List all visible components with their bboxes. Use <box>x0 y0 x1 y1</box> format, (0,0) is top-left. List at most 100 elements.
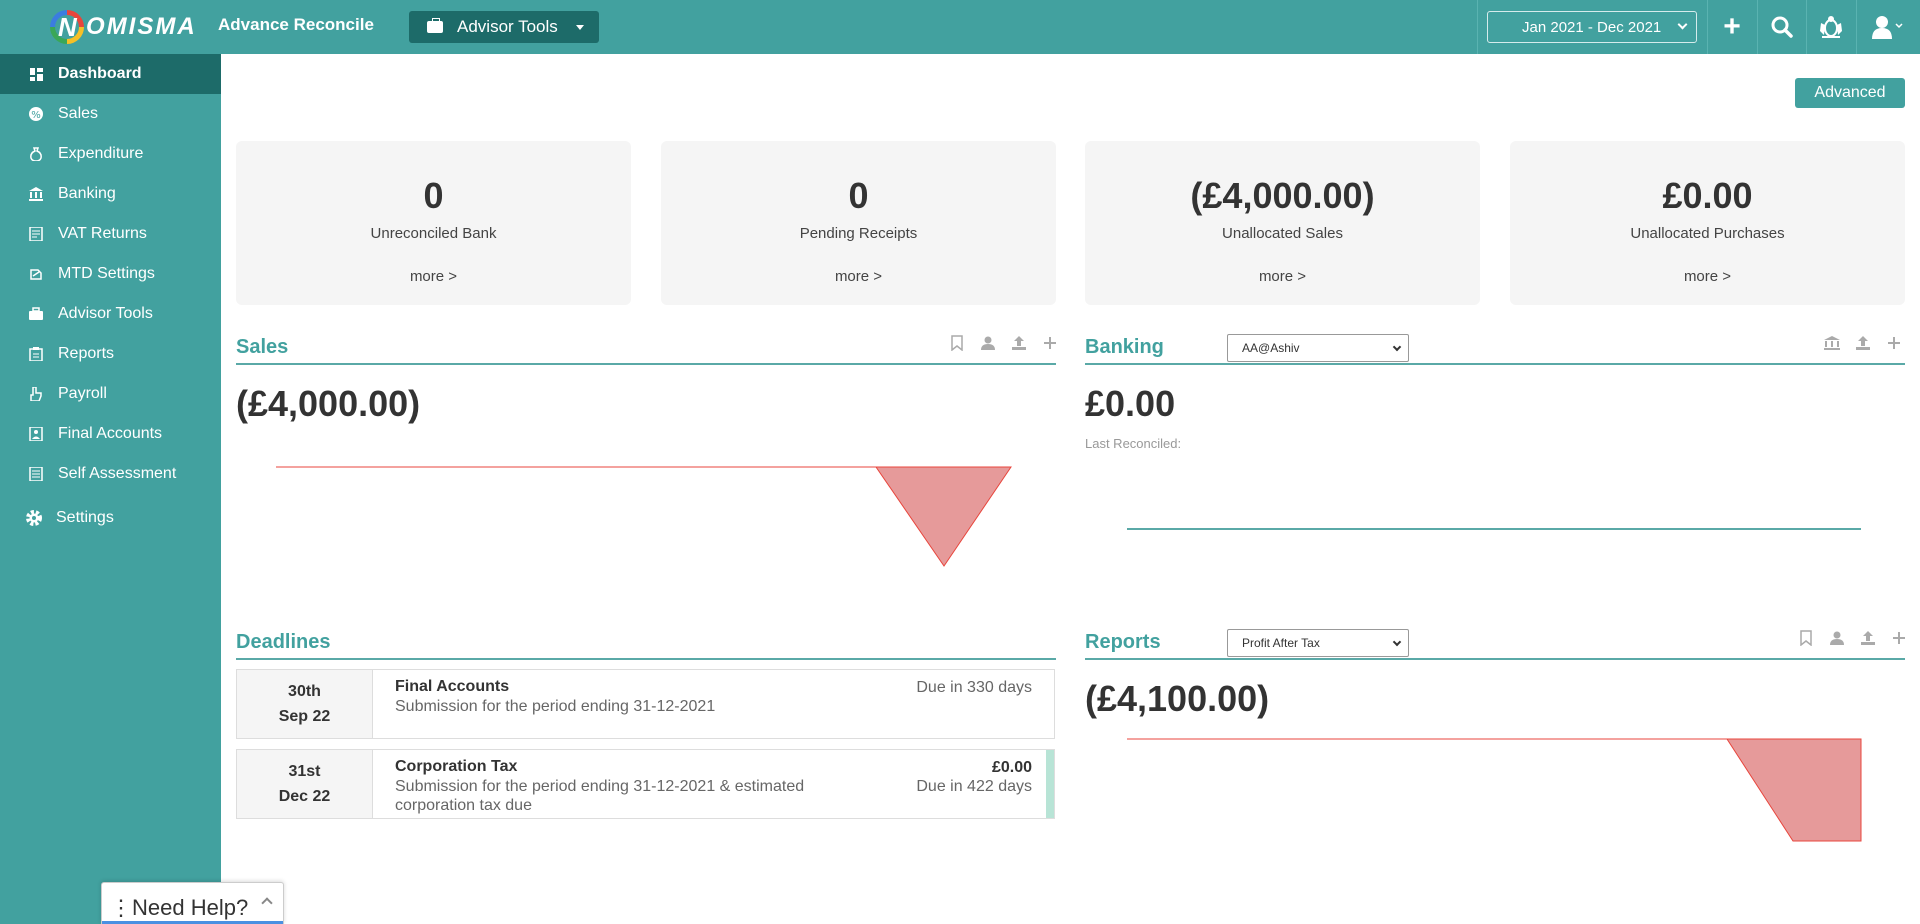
banking-section-title[interactable]: Banking <box>1085 336 1164 359</box>
date-range-select[interactable]: Jan 2021 - Dec 2021 <box>1487 11 1697 43</box>
sales-total: (£4,000.00) <box>236 383 421 424</box>
report-type-value: Profit After Tax <box>1242 636 1320 650</box>
summary-card-pending-receipts: 0 Pending Receipts more > <box>661 141 1056 305</box>
sidebar-item-banking[interactable]: Banking <box>0 174 221 214</box>
deadline-item-corporation-tax[interactable]: 31st Dec 22 Corporation Tax Submission f… <box>236 749 1055 819</box>
sidebar-item-label: Advisor Tools <box>58 305 153 322</box>
chevron-down-icon <box>1392 637 1402 647</box>
upload-icon[interactable] <box>1854 334 1872 352</box>
reports-chart <box>1127 738 1862 842</box>
sidebar-item-final-accounts[interactable]: Final Accounts <box>0 414 221 454</box>
sidebar-item-expenditure[interactable]: Expenditure <box>0 134 221 174</box>
deadline-title: Corporation Tax <box>395 758 518 775</box>
user-icon[interactable] <box>1828 629 1846 647</box>
user-icon[interactable] <box>979 334 997 352</box>
bank-icon[interactable] <box>1823 334 1841 352</box>
final-accounts-icon <box>29 427 43 441</box>
bookmark-icon[interactable] <box>948 334 966 352</box>
deadline-due: Due in 330 days <box>916 678 1032 697</box>
hmrc-button[interactable] <box>1807 0 1855 54</box>
chevron-down-icon <box>1392 342 1402 352</box>
sidebar-item-reports[interactable]: Reports <box>0 334 221 374</box>
self-assessment-icon <box>29 467 43 481</box>
need-help-label: ⋮Need Help? <box>110 895 249 920</box>
search-icon <box>1771 16 1793 38</box>
deadline-day: 31st <box>288 763 321 780</box>
reports-section-title[interactable]: Reports <box>1085 631 1161 654</box>
sidebar-item-dashboard[interactable]: Dashboard <box>0 54 221 94</box>
deadline-month: Sep 22 <box>278 708 331 725</box>
add-button[interactable]: + <box>1708 0 1756 54</box>
sidebar-item-mtd-settings[interactable]: MTD Settings <box>0 254 221 294</box>
banking-section-divider <box>1085 363 1905 365</box>
deadlines-section-title: Deadlines <box>236 631 331 653</box>
reports-actions <box>1797 629 1908 647</box>
upload-icon[interactable] <box>1859 629 1877 647</box>
payroll-icon <box>29 387 43 401</box>
deadline-status-bar <box>1046 750 1054 818</box>
banking-actions <box>1823 334 1903 352</box>
logo-text: OMISMA <box>86 13 197 40</box>
deadline-description: Submission for the period ending 31-12-2… <box>395 698 716 715</box>
more-link[interactable]: more > <box>410 268 457 285</box>
sidebar-item-label: Final Accounts <box>58 425 163 442</box>
summary-card-unreconciled-bank: 0 Unreconciled Bank more > <box>236 141 631 305</box>
sales-section-title[interactable]: Sales <box>236 336 288 359</box>
caret-down-icon <box>575 24 584 30</box>
vat-icon <box>29 227 43 241</box>
sales-actions <box>948 334 1059 352</box>
sidebar-item-settings[interactable]: Settings <box>0 498 221 538</box>
card-value: (£4,000.00) <box>1190 175 1375 216</box>
nomisma-logo[interactable]: N OMISMA <box>50 8 197 46</box>
card-value: £0.00 <box>1662 175 1753 216</box>
reports-section-divider <box>1085 658 1905 660</box>
need-help-widget[interactable]: ⋮Need Help? <box>101 882 284 924</box>
bank-account-select[interactable]: AA@Ashiv <box>1227 334 1409 362</box>
report-type-select[interactable]: Profit After Tax <box>1227 629 1409 657</box>
bookmark-icon[interactable] <box>1797 629 1815 647</box>
sidebar-item-label: Dashboard <box>58 65 142 82</box>
date-range-value: Jan 2021 - Dec 2021 <box>1522 18 1662 36</box>
plus-icon[interactable] <box>1041 334 1059 352</box>
deadline-month: Dec 22 <box>278 788 331 805</box>
summary-card-unallocated-purchases: £0.00 Unallocated Purchases more > <box>1510 141 1905 305</box>
card-label: Unallocated Sales <box>1222 225 1343 242</box>
sidebar-item-label: Self Assessment <box>58 465 177 482</box>
deadline-title: Final Accounts <box>395 678 510 695</box>
user-menu-button[interactable] <box>1860 0 1916 54</box>
sidebar-item-sales[interactable]: % Sales <box>0 94 221 134</box>
bank-icon <box>29 187 43 201</box>
more-link[interactable]: more > <box>835 268 882 285</box>
advisor-tools-button[interactable]: Advisor Tools <box>409 11 599 43</box>
deadline-item-final-accounts[interactable]: 30th Sep 22 Final Accounts Submission fo… <box>236 669 1055 739</box>
search-button[interactable] <box>1758 0 1806 54</box>
svg-text:%: % <box>31 110 41 121</box>
banking-balance: £0.00 <box>1085 383 1176 424</box>
sidebar-item-label: Banking <box>58 185 116 202</box>
deadline-date: 30th Sep 22 <box>237 670 373 738</box>
more-link[interactable]: more > <box>1684 268 1731 285</box>
crest-icon <box>1820 16 1842 38</box>
dashboard-icon <box>29 67 43 81</box>
reports-chart-area <box>1726 738 1862 842</box>
sidebar-item-vat-returns[interactable]: VAT Returns <box>0 214 221 254</box>
upload-icon[interactable] <box>1010 334 1028 352</box>
advanced-button[interactable]: Advanced <box>1795 78 1905 108</box>
user-icon <box>1872 16 1903 39</box>
mtd-icon <box>29 267 43 281</box>
sidebar-item-advisor-tools[interactable]: Advisor Tools <box>0 294 221 334</box>
divider <box>1856 0 1857 54</box>
deadline-date: 31st Dec 22 <box>237 750 373 818</box>
plus-icon[interactable] <box>1890 629 1908 647</box>
money-bag-icon <box>29 147 43 161</box>
plus-icon[interactable] <box>1885 334 1903 352</box>
sidebar-item-self-assessment[interactable]: Self Assessment <box>0 454 221 494</box>
bank-account-value: AA@Ashiv <box>1242 341 1300 355</box>
sidebar-item-label: VAT Returns <box>58 225 147 242</box>
sidebar-item-payroll[interactable]: Payroll <box>0 374 221 414</box>
more-link[interactable]: more > <box>1259 268 1306 285</box>
sidebar-item-label: Settings <box>56 509 114 526</box>
sales-chart <box>276 466 1012 567</box>
clipboard-icon <box>29 347 43 361</box>
sales-icon: % <box>29 107 43 121</box>
